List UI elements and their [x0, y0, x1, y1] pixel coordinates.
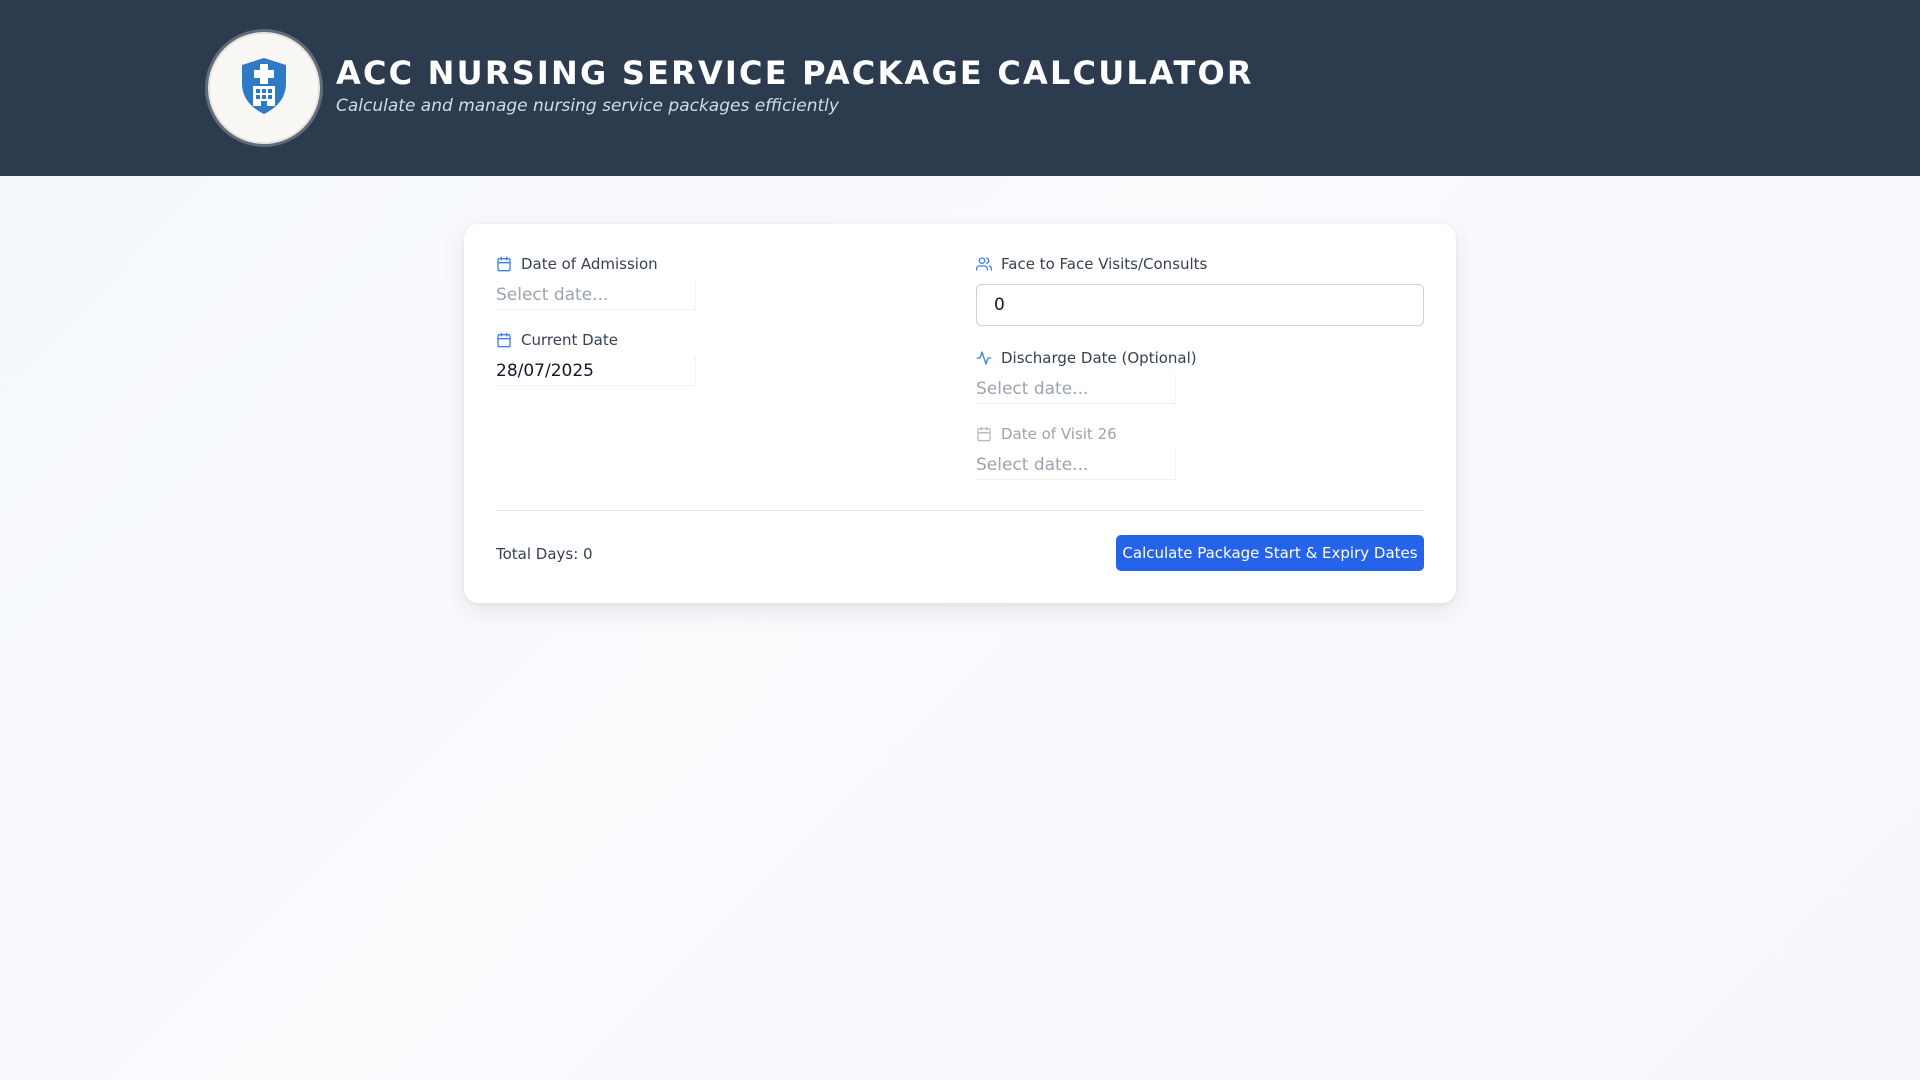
- visit26-date-input[interactable]: [976, 450, 1176, 480]
- total-days: Total Days: 0: [496, 545, 593, 563]
- visit26-label-text: Date of Visit 26: [1001, 425, 1117, 443]
- current-date-input[interactable]: [496, 356, 696, 386]
- activity-icon: [976, 350, 993, 367]
- medical-shield-icon: [238, 56, 290, 120]
- logo: [208, 32, 320, 144]
- admission-date-input[interactable]: [496, 280, 696, 310]
- users-icon: [976, 256, 993, 273]
- admission-label-text: Date of Admission: [521, 255, 658, 273]
- current-date-label-text: Current Date: [521, 331, 618, 349]
- discharge-label: Discharge Date (Optional): [976, 349, 1197, 367]
- divider: [496, 510, 1424, 511]
- current-date-label: Current Date: [496, 331, 618, 349]
- page-subtitle: Calculate and manage nursing service pac…: [336, 96, 839, 116]
- calculator-card: Date of Admission Current Date Face to F…: [464, 224, 1456, 603]
- visits-count-input[interactable]: [976, 284, 1424, 326]
- admission-label: Date of Admission: [496, 255, 658, 273]
- discharge-label-text: Discharge Date (Optional): [1001, 349, 1197, 367]
- calendar-icon: [496, 332, 513, 349]
- app-header: ACC NURSING SERVICE PACKAGE CALCULATOR C…: [0, 0, 1920, 176]
- visits-label: Face to Face Visits/Consults: [976, 255, 1207, 273]
- calculate-button[interactable]: Calculate Package Start & Expiry Dates: [1116, 535, 1424, 571]
- calendar-icon: [976, 426, 993, 443]
- calendar-icon: [496, 256, 513, 273]
- page-title: ACC NURSING SERVICE PACKAGE CALCULATOR: [336, 54, 1254, 92]
- visits-label-text: Face to Face Visits/Consults: [1001, 255, 1208, 273]
- visit26-label: Date of Visit 26: [976, 425, 1117, 443]
- discharge-date-input[interactable]: [976, 374, 1176, 404]
